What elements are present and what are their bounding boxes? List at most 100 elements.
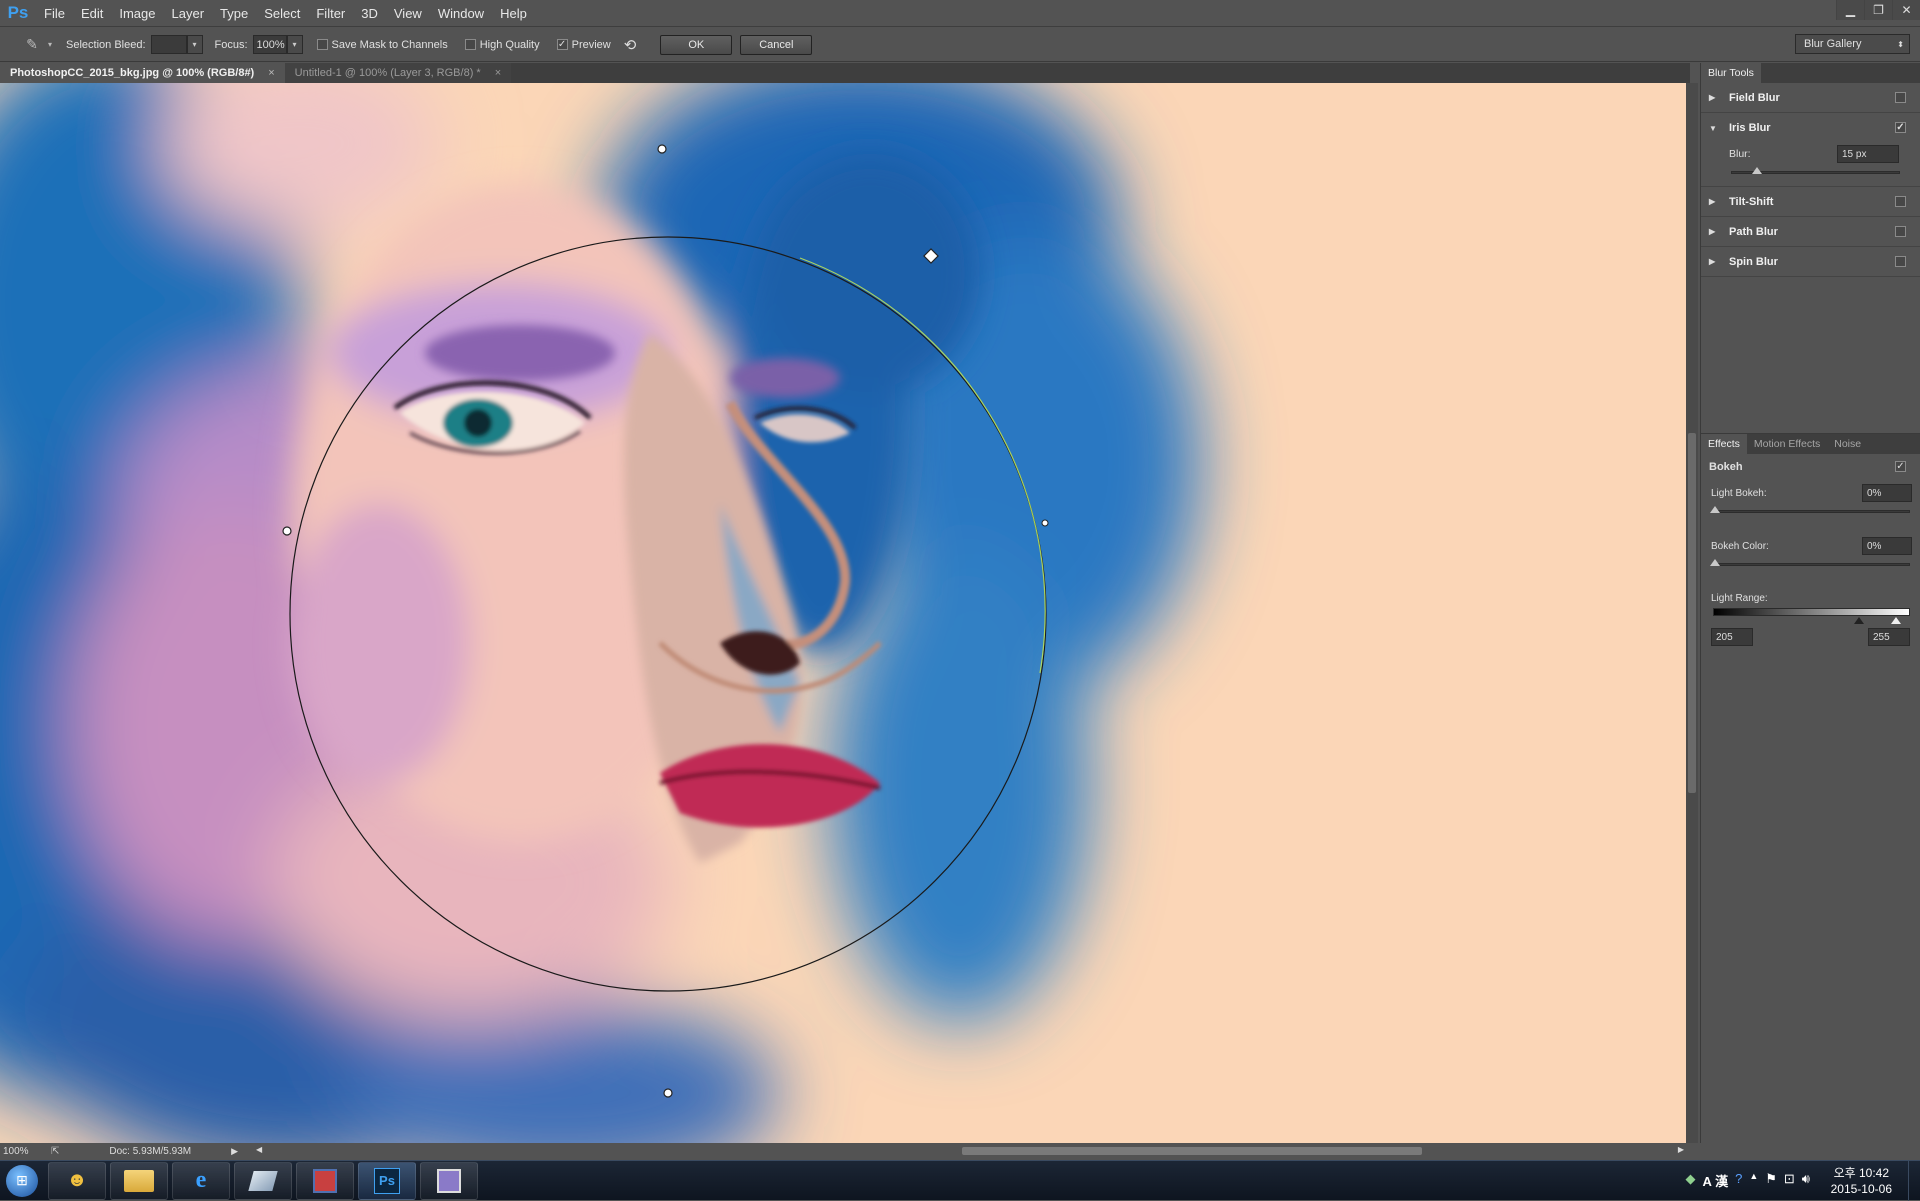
bokeh-color-input[interactable]: 0% [1862,537,1912,555]
tilt-shift-checkbox[interactable] [1895,196,1906,207]
windows-start-icon[interactable]: ⊞ [0,1161,44,1201]
focus-dropdown-icon[interactable]: ▾ [286,35,303,54]
minimize-icon[interactable]: ▁ [1836,0,1864,20]
workspace-select[interactable]: Blur Gallery ⬍ [1795,34,1910,54]
expand-triangle-icon[interactable]: ▶ [1709,93,1721,102]
tab-blur-tools[interactable]: Blur Tools [1701,63,1761,83]
menu-view[interactable]: View [386,0,430,27]
menu-layer[interactable]: Layer [164,0,213,27]
light-bokeh-slider[interactable] [1710,506,1910,513]
light-range-gradient[interactable] [1713,608,1910,624]
iris-blur-overlay[interactable] [0,83,1686,1143]
path-blur-checkbox[interactable] [1895,226,1906,237]
selection-bleed-input[interactable] [150,35,187,54]
cancel-button[interactable]: Cancel [740,34,813,55]
tab-motion-effects[interactable]: Motion Effects [1747,434,1827,454]
blur-item-label: Iris Blur [1729,122,1771,134]
close-tab-icon[interactable]: × [268,67,274,79]
ime-indicator[interactable]: A 漢 [1703,1171,1729,1190]
menu-3d[interactable]: 3D [353,0,386,27]
slider-knob[interactable] [1710,559,1720,566]
network-color-icon[interactable]: ◆ [1686,1171,1696,1190]
blur-item-path-blur[interactable]: ▶ Path Blur [1701,217,1920,247]
preview-checkbox[interactable]: ✓ [556,39,568,50]
photoshop-logo: Ps [7,3,29,22]
collapse-triangle-icon[interactable]: ▼ [1709,124,1721,133]
help-icon[interactable]: ? [1735,1171,1742,1190]
light-range-max-input[interactable]: 255 [1868,628,1910,646]
slider-knob[interactable] [1710,506,1720,513]
bokeh-color-slider[interactable] [1710,559,1910,566]
users-icon[interactable]: ☻ [48,1161,106,1200]
blur-item-field-blur[interactable]: ▶ Field Blur [1701,83,1920,113]
horizontal-scroll-thumb[interactable] [962,1147,1422,1155]
selection-bleed-dropdown-icon[interactable]: ▾ [186,35,203,54]
network-icon[interactable]: ⊡ [1784,1171,1795,1190]
ok-button[interactable]: OK [660,34,733,55]
scroll-right-icon[interactable]: ▶ [1678,1145,1684,1154]
restore-icon[interactable]: ❐ [1864,0,1892,20]
photoshop-icon[interactable]: Ps [358,1161,416,1200]
status-bar: 100% ⇱ Doc: 5.93M/5.93M ▶ ◀ ▶ [0,1143,1686,1159]
close-tab-icon[interactable]: × [495,67,501,79]
menu-window[interactable]: Window [430,0,492,27]
high-quality-checkbox[interactable] [464,39,476,50]
expand-triangle-icon[interactable]: ▶ [1709,227,1721,236]
range-min-knob[interactable] [1854,617,1864,624]
tray-expand-icon[interactable]: ▲ [1749,1171,1758,1190]
bokeh-checkbox[interactable]: ✓ [1895,461,1906,472]
blur-item-iris-blur[interactable]: ▼ Iris Blur ✓ [1701,113,1920,143]
internet-explorer-icon[interactable]: e [172,1161,230,1200]
expand-triangle-icon[interactable]: ▶ [1709,197,1721,206]
light-range-min-input[interactable]: 205 [1711,628,1753,646]
export-icon[interactable]: ⇱ [51,1146,59,1157]
menu-help[interactable]: Help [492,0,535,27]
document-canvas[interactable] [0,83,1686,1143]
status-menu-arrow-icon[interactable]: ▶ [231,1146,238,1157]
iris-blur-checkbox[interactable]: ✓ [1895,122,1906,133]
app-icon[interactable] [234,1161,292,1200]
save-app-icon[interactable] [296,1161,354,1200]
field-blur-checkbox[interactable] [1895,92,1906,103]
expand-triangle-icon[interactable]: ▶ [1709,257,1721,266]
folder-icon[interactable] [110,1161,168,1200]
range-max-knob[interactable] [1891,617,1901,624]
menu-edit[interactable]: Edit [73,0,111,27]
menu-filter[interactable]: Filter [308,0,353,27]
vertical-scrollbar[interactable] [1686,83,1698,1143]
effects-panel: Effects Motion Effects Noise Bokeh ✓ Lig… [1701,433,1920,673]
blur-item-spin-blur[interactable]: ▶ Spin Blur [1701,247,1920,277]
tab-effects[interactable]: Effects [1701,434,1747,454]
tab-untitled-1[interactable]: Untitled-1 @ 100% (Layer 3, RGB/8) * × [284,63,512,83]
iris-blur-amount-label: Blur: [1729,148,1751,160]
iris-blur-amount-input[interactable]: 15 px [1837,145,1899,163]
horizontal-scrollbar[interactable]: ◀ ▶ [256,1143,1686,1159]
zoom-level[interactable]: 100% [3,1146,47,1157]
close-icon[interactable]: ✕ [1892,0,1920,20]
save-mask-checkbox[interactable] [316,39,328,50]
menu-file[interactable]: File [36,0,73,27]
tool-preset-chevron-icon[interactable]: ▾ [48,40,52,49]
pin-tool-icon[interactable]: ✎ [20,33,44,57]
reset-pins-icon[interactable]: ⟲ [624,36,637,54]
menu-image[interactable]: Image [111,0,163,27]
media-icon[interactable] [420,1161,478,1200]
focus-input[interactable]: 100% [252,35,287,54]
slider-knob[interactable] [1752,167,1763,174]
workspace-select-value: Blur Gallery [1804,38,1862,50]
vertical-scroll-thumb[interactable] [1688,433,1696,793]
menu-type[interactable]: Type [212,0,256,27]
show-desktop-button[interactable] [1908,1161,1920,1201]
action-center-icon[interactable]: ⚑ [1765,1171,1777,1190]
tab-photoshop-bkg[interactable]: PhotoshopCC_2015_bkg.jpg @ 100% (RGB/8#)… [0,63,285,83]
light-bokeh-input[interactable]: 0% [1862,484,1912,502]
menu-select[interactable]: Select [256,0,308,27]
window-controls: ▁ ❐ ✕ [1836,0,1920,20]
tab-noise[interactable]: Noise [1827,434,1868,454]
clock[interactable]: 오후 10:42 2015-10-06 [1831,1165,1892,1197]
scroll-left-icon[interactable]: ◀ [256,1145,262,1154]
volume-icon[interactable]: 🔊︎ [1802,1171,1810,1190]
blur-item-tilt-shift[interactable]: ▶ Tilt-Shift [1701,187,1920,217]
iris-blur-slider[interactable] [1731,167,1900,174]
spin-blur-checkbox[interactable] [1895,256,1906,267]
